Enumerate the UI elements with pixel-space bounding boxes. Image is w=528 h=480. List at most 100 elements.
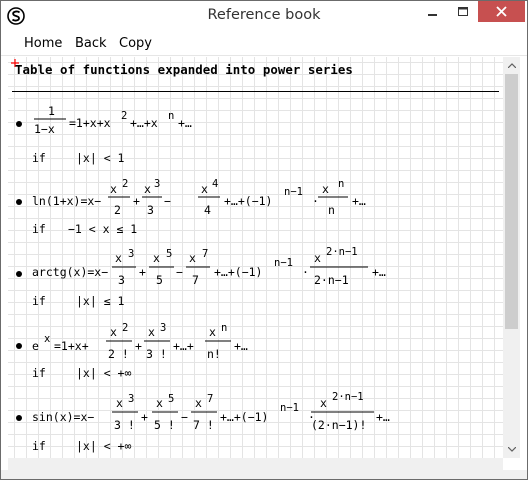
svg-text:4: 4 [212,178,218,190]
svg-text:1: 1 [48,104,55,118]
svg-text:+…: +… [352,194,366,208]
svg-text:n!: n! [207,347,221,361]
svg-text:2·n−1: 2·n−1 [332,391,364,403]
svg-text:x: x [148,325,155,339]
condition-label: if [32,151,46,165]
condition-5: if |x| < +∞ [32,439,131,453]
scroll-thumb[interactable] [505,74,518,329]
svg-text:x: x [189,251,196,265]
condition-label: if [32,294,46,308]
svg-text:+…+(−1): +…+(−1) [224,194,272,208]
svg-text:=1+x+x: =1+x+x [69,116,111,130]
svg-text:+…+: +…+ [173,339,194,353]
svg-text:x: x [44,333,50,345]
chevron-up-icon [507,63,516,68]
svg-text:sin(x)=x−: sin(x)=x− [32,410,94,424]
title-bar[interactable]: Reference book [1,1,527,32]
reference-book-window: Reference book Home Back Copy Table of f… [0,0,528,480]
condition-text: |x| ≤ 1 [76,294,125,308]
svg-text:=1+x+: =1+x+ [54,339,89,353]
svg-text:2: 2 [122,178,128,190]
formula-canvas: 1 1−x =1+x+x 2 +…+x n +… if |x| < 1 ln(1… [32,104,390,453]
formula-arctg-series: arctg(x)=x− x 3 3 + x 5 5 − x 7 7 +…+(−1… [32,246,386,287]
svg-text:−: − [181,410,188,424]
condition-3: if |x| ≤ 1 [32,294,125,308]
minimize-button[interactable] [418,1,447,22]
svg-text:7 !: 7 ! [193,418,214,432]
svg-text:+…: +… [376,410,390,424]
svg-text:x: x [314,251,321,265]
condition-text: −1 < x ≤ 1 [68,222,137,236]
condition-text: |x| < +∞ [76,439,131,453]
condition-label: if [32,439,46,453]
svg-text:+: + [133,194,140,208]
formula-sin-series: sin(x)=x− x 3 3 ! + x 5 5 ! − x 7 7 ! +…… [32,391,390,432]
svg-text:3: 3 [160,322,166,334]
condition-text: |x| < +∞ [76,366,131,380]
svg-text:n−1: n−1 [274,257,293,269]
svg-text:·: · [312,194,319,208]
svg-text:3 !: 3 ! [146,347,167,361]
scroll-down-button[interactable] [503,441,520,458]
formula-ln-series: ln(1+x)=x− 2 x 2 + 3 x 3 − 4 x 4 +…+(−1)… [32,178,366,217]
menu-bar: Home Back Copy [1,32,527,56]
svg-text:−: − [164,194,171,208]
document-worksheet[interactable]: Table of functions expanded into power s… [8,57,503,458]
svg-text:x: x [116,396,123,410]
svg-text:+…: +… [234,339,248,353]
svg-text:+: + [141,410,148,424]
svg-text:3 !: 3 ! [114,418,135,432]
svg-text:x: x [144,182,151,196]
formula-exp-series: e x =1+x+ x 2 2 ! + x 3 3 ! +…+ x n n! +… [32,322,248,361]
horizontal-scrollbar[interactable] [8,458,503,470]
svg-text:2 !: 2 ! [108,347,129,361]
svg-text:7: 7 [202,248,208,260]
svg-text:+…: +… [372,265,386,279]
svg-text:5: 5 [168,393,174,405]
svg-text:7: 7 [207,393,213,405]
svg-text:+…: +… [178,116,192,130]
menu-home[interactable]: Home [24,36,62,51]
svg-text:3: 3 [154,178,160,190]
maximize-icon [457,6,468,16]
condition-label: if [32,366,46,380]
condition-2: if −1 < x ≤ 1 [32,222,137,236]
vertical-scrollbar[interactable] [503,57,520,458]
svg-text:3: 3 [128,393,134,405]
svg-text:2: 2 [122,322,128,334]
formula-geometric-series: 1 1−x =1+x+x 2 +…+x n +… [34,104,192,136]
svg-text:n: n [168,110,174,122]
svg-text:2·n−1: 2·n−1 [314,273,349,287]
svg-text:7: 7 [192,273,199,287]
condition-4: if |x| < +∞ [32,366,131,380]
svg-text:x: x [195,396,202,410]
svg-text:2: 2 [114,203,121,217]
close-button[interactable] [478,1,525,22]
svg-text:x: x [201,182,208,196]
svg-text:n: n [338,178,344,190]
scroll-up-button[interactable] [503,57,520,74]
svg-text:x: x [320,396,327,410]
menu-back[interactable]: Back [75,36,107,51]
svg-text:+…+(−1): +…+(−1) [220,410,268,424]
menu-copy[interactable]: Copy [119,36,152,51]
maximize-button[interactable] [448,1,477,22]
svg-text:4: 4 [204,203,211,217]
svg-text:x: x [153,251,160,265]
svg-text:x: x [115,251,122,265]
svg-text:ln(1+x)=x−: ln(1+x)=x− [32,194,101,208]
condition-text: |x| < 1 [76,151,125,165]
chevron-down-icon [507,447,516,452]
svg-text:·: · [302,265,309,279]
svg-text:x: x [156,396,163,410]
svg-text:5 !: 5 ! [154,418,175,432]
svg-text:x: x [209,325,216,339]
svg-text:3: 3 [118,273,125,287]
svg-text:1−x: 1−x [34,122,55,136]
svg-text:e: e [32,339,39,353]
svg-text:5: 5 [156,273,163,287]
svg-text:+…+x: +…+x [130,116,158,130]
svg-text:2: 2 [121,110,127,122]
svg-text:+…+(−1): +…+(−1) [214,265,262,279]
minimize-icon [427,13,437,16]
